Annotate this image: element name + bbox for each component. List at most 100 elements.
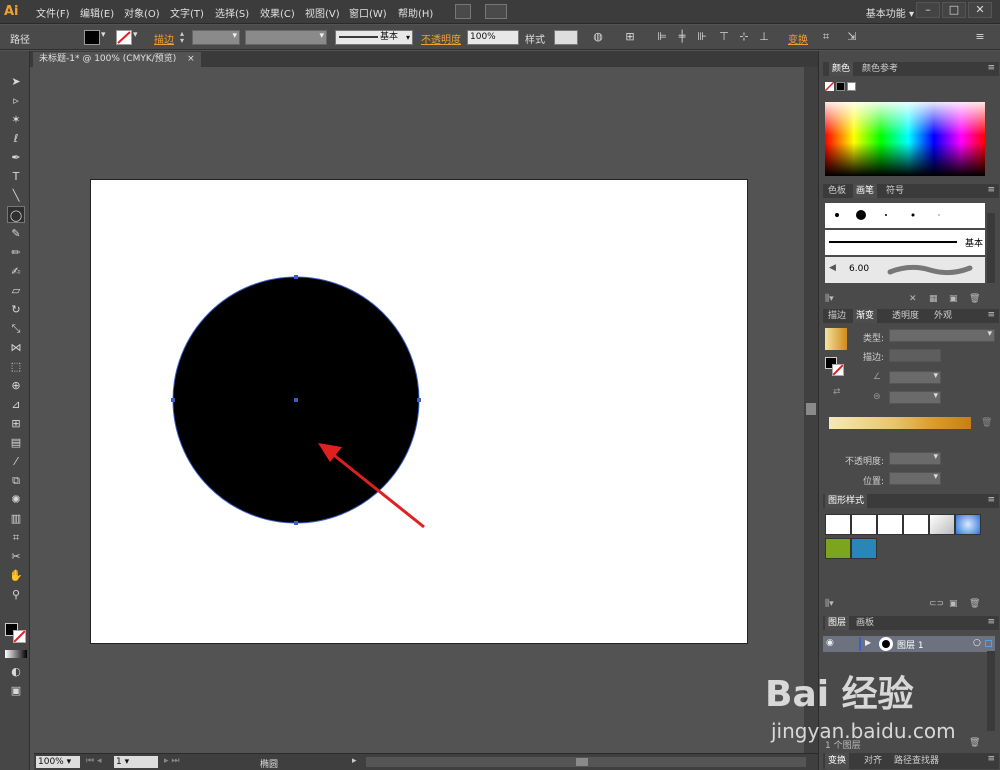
style-swatch-2[interactable] <box>851 514 877 535</box>
none-slash-icon <box>824 81 835 92</box>
aspect-ratio-icon: ⊜ <box>873 392 881 402</box>
basic-brush-stroke-icon <box>829 241 957 243</box>
tab-brushes[interactable]: 画笔 <box>853 184 878 198</box>
brush-options-icon[interactable]: ▦ <box>929 294 938 304</box>
zoom-value: 100% <box>38 757 64 767</box>
color-panel-menu-icon[interactable]: ≡ <box>987 63 995 73</box>
tab-stroke[interactable]: 描边 <box>825 309 849 323</box>
tab-color[interactable]: 颜色 <box>829 62 854 76</box>
gradient-opacity-field[interactable] <box>889 452 941 465</box>
layer-color-bar <box>859 637 861 651</box>
layer-thumbnail <box>879 637 893 651</box>
tab-pathfinder[interactable]: 路径查找器 <box>891 753 942 769</box>
style-swatch-8[interactable] <box>851 538 877 559</box>
delete-brush-icon[interactable]: 🗑 <box>969 294 980 304</box>
gradient-none-icon <box>832 364 844 376</box>
gradient-type-select[interactable] <box>889 329 995 342</box>
gradient-panel-tabs: 描边 渐变 透明度 外观 ≡ <box>823 309 999 323</box>
center-point <box>294 398 298 402</box>
layer-row[interactable]: ◉ ▶ 图层 1 ○ <box>823 636 995 652</box>
layers-footer: 1 个图层 🗑 <box>823 738 999 752</box>
tab-appearance[interactable]: 外观 <box>931 309 955 323</box>
brush-library-icon[interactable]: ⫼▾ <box>825 294 834 304</box>
bottom-panel-menu-icon[interactable]: ≡ <box>987 754 995 764</box>
next-artboard-icon[interactable]: ▸ ⏭ <box>164 756 179 766</box>
remove-stroke-icon[interactable]: ✕ <box>909 294 917 304</box>
color-panel-tabs: 颜色 颜色参考 ≡ <box>823 62 999 76</box>
artboard-select[interactable]: 1 ▾ <box>114 756 158 768</box>
anchor-top[interactable] <box>294 275 298 279</box>
gradient-stroke-icon[interactable] <box>832 364 844 376</box>
status-menu-icon[interactable]: ▸ <box>352 756 357 766</box>
artboard-number: 1 <box>116 757 122 767</box>
brush-scrollbar[interactable] <box>987 213 995 283</box>
graphic-styles-menu-icon[interactable]: ≡ <box>987 495 995 505</box>
layers-panel-menu-icon[interactable]: ≡ <box>987 617 995 627</box>
layer-name[interactable]: 图层 1 <box>897 638 924 651</box>
break-link-icon[interactable]: ⊂⊃ <box>929 599 944 609</box>
new-brush-icon[interactable]: ▣ <box>949 294 958 304</box>
layers-panel-tabs: 图层 画板 ≡ <box>823 616 999 630</box>
gradient-type-label: 类型: <box>863 334 885 344</box>
speaker-icon: ◀ <box>829 263 836 273</box>
style-swatch-5[interactable] <box>929 514 955 535</box>
delete-layer-icon[interactable]: 🗑 <box>969 738 980 748</box>
style-swatch-default[interactable] <box>825 514 851 535</box>
tab-align[interactable]: 对齐 <box>861 753 885 769</box>
expand-triangle-icon[interactable]: ▶ <box>865 638 871 647</box>
reverse-gradient-icon[interactable]: ⇄ <box>833 387 841 397</box>
selection-indicator[interactable] <box>985 640 992 647</box>
tab-layers[interactable]: 图层 <box>825 616 850 630</box>
angle-icon: ∠ <box>873 372 882 382</box>
tab-gradient[interactable]: 渐变 <box>853 309 878 323</box>
aspect-ratio-field[interactable] <box>889 391 941 404</box>
none-swatch-icon[interactable] <box>824 81 835 92</box>
tab-color-guide[interactable]: 颜色参考 <box>859 62 901 76</box>
tab-symbols[interactable]: 符号 <box>883 184 907 198</box>
anchor-left[interactable] <box>171 398 175 402</box>
tab-transparency[interactable]: 透明度 <box>889 309 922 323</box>
style-swatch-7[interactable] <box>825 538 851 559</box>
scroll-thumb[interactable] <box>806 403 816 415</box>
gradient-position-field[interactable] <box>889 472 941 485</box>
black-swatch[interactable] <box>836 82 845 91</box>
styles-library-icon[interactable]: ⫼▾ <box>825 599 834 609</box>
angle-field[interactable] <box>889 371 941 384</box>
color-spectrum[interactable] <box>825 102 985 176</box>
style-swatch-4[interactable] <box>903 514 929 535</box>
gradient-position-label: 位置: <box>863 477 885 487</box>
anchor-right[interactable] <box>417 398 421 402</box>
delete-stop-icon[interactable]: 🗑 <box>981 418 992 428</box>
tab-transform[interactable]: 变换 <box>825 753 850 769</box>
graphic-styles-tabs: 图形样式 ≡ <box>823 494 999 508</box>
horizontal-scrollbar[interactable] <box>366 757 806 767</box>
white-swatch[interactable] <box>847 82 856 91</box>
vertical-scrollbar[interactable] <box>804 67 818 753</box>
brush-panel-menu-icon[interactable]: ≡ <box>987 185 995 195</box>
brush-size-row[interactable]: ◀ 6.00 <box>825 257 985 283</box>
first-artboard-icon[interactable]: ⏮ ◂ <box>86 756 101 766</box>
target-icon[interactable]: ○ <box>973 638 981 648</box>
stroke-gradient-buttons[interactable] <box>889 349 941 362</box>
layers-scrollbar[interactable] <box>987 651 995 731</box>
tab-graphic-styles[interactable]: 图形样式 <box>825 494 868 508</box>
basic-brush-label: 基本 <box>964 239 983 249</box>
basic-brush-row[interactable]: 基本 <box>825 230 985 255</box>
gradient-slider[interactable] <box>829 417 971 429</box>
h-scroll-thumb[interactable] <box>576 758 588 766</box>
brush-tips-icon[interactable] <box>825 203 959 228</box>
current-tool-name: 椭圆 <box>260 760 279 770</box>
bottom-panel-tabs: 变换 对齐 路径查找器 ≡ <box>823 753 999 769</box>
anchor-bottom[interactable] <box>294 521 298 525</box>
tab-swatches[interactable]: 色板 <box>825 184 849 198</box>
gradient-thumbnail[interactable] <box>825 328 847 350</box>
delete-style-icon[interactable]: 🗑 <box>969 599 980 609</box>
charcoal-brush-icon <box>887 264 973 276</box>
style-swatch-3[interactable] <box>877 514 903 535</box>
new-style-icon[interactable]: ▣ <box>949 599 958 609</box>
gradient-panel-menu-icon[interactable]: ≡ <box>987 310 995 320</box>
visibility-eye-icon[interactable]: ◉ <box>826 638 834 648</box>
style-swatch-6[interactable] <box>955 514 981 535</box>
zoom-select[interactable]: 100% ▾ <box>36 756 80 768</box>
tab-artboards[interactable]: 画板 <box>853 616 877 630</box>
